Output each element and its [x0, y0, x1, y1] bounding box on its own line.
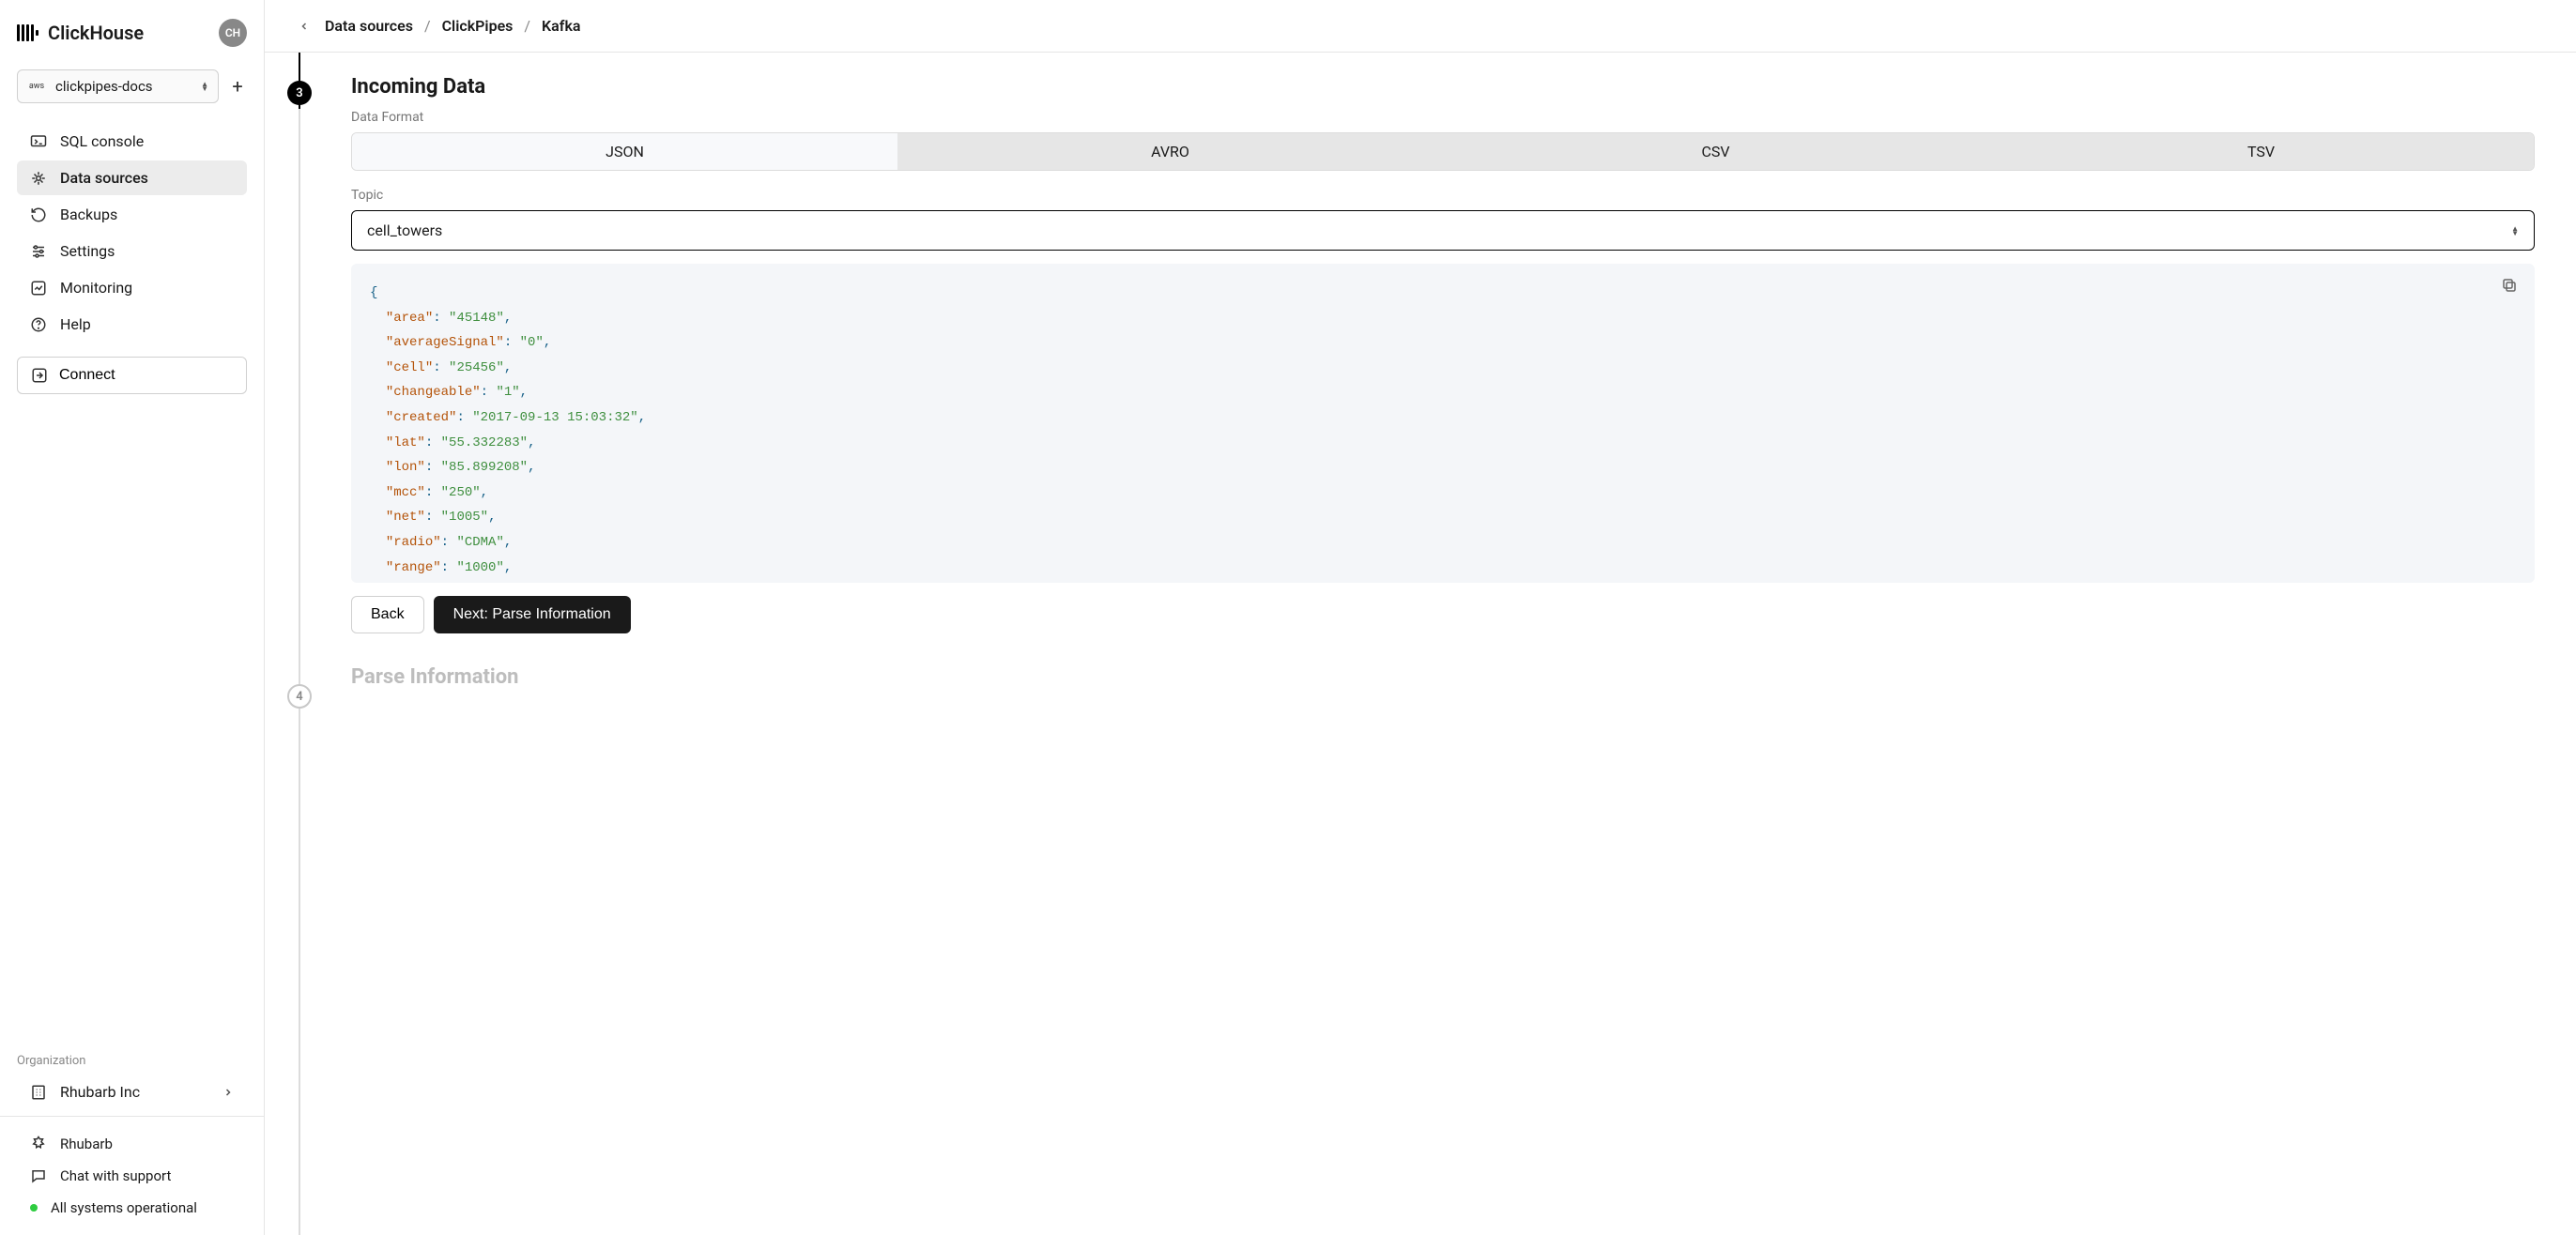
connect-button[interactable]: Connect: [17, 357, 247, 394]
sidebar: ClickHouse CH aws clickpipes-docs ▲▼ + S…: [0, 0, 265, 1235]
status-dot-icon: [30, 1204, 38, 1212]
breadcrumb-item[interactable]: Data sources: [325, 17, 413, 35]
topic-select[interactable]: cell_towers ▲▼: [351, 210, 2535, 251]
organization-name: Rhubarb Inc: [60, 1083, 140, 1101]
step-number-badge: 4: [287, 684, 312, 709]
topbar: Data sources / ClickPipes / Kafka: [265, 0, 2576, 53]
json-sample-content: { "area": "45148", "averageSignal": "0",…: [370, 281, 2516, 580]
breadcrumb: Data sources / ClickPipes / Kafka: [325, 17, 580, 35]
format-option-csv[interactable]: CSV: [1443, 133, 1988, 170]
sliders-icon: [30, 243, 47, 260]
chat-icon: [30, 1167, 47, 1184]
help-icon: [30, 316, 47, 333]
topic-label: Topic: [351, 188, 2535, 203]
brand-header: ClickHouse CH: [17, 19, 247, 47]
sidebar-item-data-sources[interactable]: Data sources: [17, 160, 247, 195]
next-button[interactable]: Next: Parse Information: [434, 596, 631, 633]
footer-user-row[interactable]: Rhubarb: [17, 1128, 247, 1160]
app-icon: [30, 1136, 47, 1152]
sidebar-item-label: Help: [60, 315, 91, 333]
sidebar-item-label: Settings: [60, 242, 115, 260]
connect-icon: [31, 367, 48, 384]
sidebar-item-label: Backups: [60, 206, 117, 223]
sidebar-item-label: SQL console: [60, 132, 144, 150]
footer-status-row[interactable]: All systems operational: [17, 1192, 247, 1224]
step-number-badge: 3: [287, 81, 312, 105]
back-arrow-icon[interactable]: [299, 21, 310, 32]
building-icon: [30, 1084, 47, 1101]
monitoring-icon: [30, 280, 47, 297]
updown-icon: ▲▼: [201, 82, 208, 91]
sidebar-item-monitoring[interactable]: Monitoring: [17, 270, 247, 305]
clickhouse-logo-icon: [17, 24, 38, 41]
back-button[interactable]: Back: [351, 596, 424, 633]
organization-row[interactable]: Rhubarb Inc: [17, 1077, 247, 1106]
step-title: Incoming Data: [351, 75, 2535, 99]
sidebar-item-sql-console[interactable]: SQL console: [17, 124, 247, 159]
connect-label: Connect: [59, 367, 115, 384]
aws-icon: aws: [27, 81, 46, 92]
backup-icon: [30, 206, 47, 223]
breadcrumb-item[interactable]: Kafka: [542, 17, 580, 35]
updown-icon: ▲▼: [2511, 226, 2519, 236]
sidebar-item-settings[interactable]: Settings: [17, 234, 247, 268]
sidebar-item-label: Monitoring: [60, 279, 132, 297]
environment-name: clickpipes-docs: [55, 78, 192, 95]
brand-name: ClickHouse: [48, 22, 144, 44]
footer-chat-row[interactable]: Chat with support: [17, 1160, 247, 1192]
breadcrumb-item[interactable]: ClickPipes: [442, 17, 514, 35]
sample-data-preview: { "area": "45148", "averageSignal": "0",…: [351, 264, 2535, 583]
step-incoming-data: 3 Incoming Data Data Format JSON AVRO CS…: [265, 53, 2576, 656]
format-label: Data Format: [351, 110, 2535, 125]
sidebar-item-backups[interactable]: Backups: [17, 197, 247, 232]
main: Data sources / ClickPipes / Kafka 3 Inco…: [265, 0, 2576, 1235]
topic-value: cell_towers: [367, 221, 442, 239]
terminal-icon: [30, 133, 47, 150]
content: 3 Incoming Data Data Format JSON AVRO CS…: [265, 53, 2576, 1235]
footer-user-label: Rhubarb: [60, 1136, 113, 1152]
sidebar-item-help[interactable]: Help: [17, 307, 247, 342]
environment-selector[interactable]: aws clickpipes-docs ▲▼: [17, 69, 219, 103]
data-format-segmented: JSON AVRO CSV TSV: [351, 132, 2535, 171]
sidebar-item-label: Data sources: [60, 169, 148, 187]
data-sources-icon: [30, 170, 47, 187]
breadcrumb-sep: /: [424, 17, 431, 35]
organization-section-label: Organization: [17, 1054, 247, 1068]
add-environment-button[interactable]: +: [228, 77, 247, 96]
sidebar-nav: SQL console Data sources Backups Setting…: [0, 124, 264, 343]
chevron-right-icon: [222, 1087, 234, 1098]
breadcrumb-sep: /: [524, 17, 530, 35]
footer-status-label: All systems operational: [51, 1199, 197, 1216]
format-option-json[interactable]: JSON: [352, 133, 897, 170]
user-avatar[interactable]: CH: [219, 19, 247, 47]
footer-chat-label: Chat with support: [60, 1167, 171, 1184]
format-option-avro[interactable]: AVRO: [897, 133, 1443, 170]
step-parse-information: 4 Parse Information: [265, 656, 2576, 723]
step-title: Parse Information: [351, 665, 2535, 689]
copy-button[interactable]: [2501, 277, 2522, 297]
format-option-tsv[interactable]: TSV: [1988, 133, 2534, 170]
